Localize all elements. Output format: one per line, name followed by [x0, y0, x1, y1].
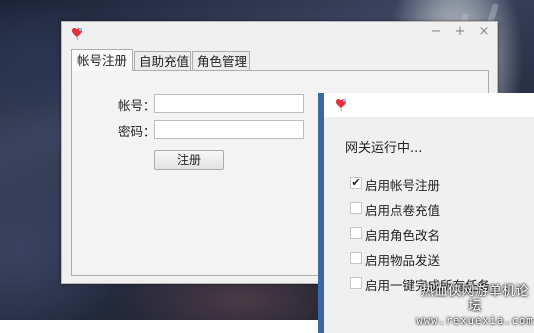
- site-watermark: 热血侠网游单机论坛 www.rexuexia.com: [416, 284, 534, 329]
- checkbox[interactable]: [350, 227, 362, 239]
- checkbox[interactable]: [350, 277, 362, 289]
- account-label: 帐号：: [118, 98, 156, 113]
- option-label: 启用帐号注册: [365, 178, 441, 193]
- password-field[interactable]: [154, 120, 304, 139]
- register-button[interactable]: 注册: [154, 150, 224, 170]
- heart-balloon-icon: [71, 27, 83, 40]
- gateway-title-bar[interactable]: [324, 93, 534, 117]
- maximize-button[interactable]: +: [453, 25, 467, 39]
- password-label: 密码：: [118, 124, 156, 139]
- checkbox[interactable]: ✔: [350, 177, 362, 189]
- tab-self-recharge[interactable]: 自助充值: [134, 51, 191, 71]
- watermark-title: 热血侠网游单机论坛: [420, 284, 529, 314]
- option-label: 启用物品发送: [365, 253, 441, 268]
- gateway-status-text: 网关运行中...: [345, 141, 423, 156]
- check-icon: ✔: [351, 176, 361, 189]
- watermark-url: www.rexuexia.com: [416, 315, 534, 327]
- heart-balloon-icon: [335, 98, 347, 111]
- option-label: 启用角色改名: [365, 228, 441, 243]
- minimize-button[interactable]: −: [429, 25, 443, 39]
- tab-role-management[interactable]: 角色管理: [192, 51, 250, 71]
- title-bar[interactable]: − + ×: [62, 22, 497, 44]
- tab-account-register[interactable]: 帐号注册: [71, 49, 133, 71]
- checkbox[interactable]: [350, 202, 362, 214]
- account-field[interactable]: [154, 94, 304, 113]
- checkbox[interactable]: [350, 252, 362, 264]
- option-label: 启用点卷充值: [365, 203, 441, 218]
- close-button[interactable]: ×: [477, 25, 491, 39]
